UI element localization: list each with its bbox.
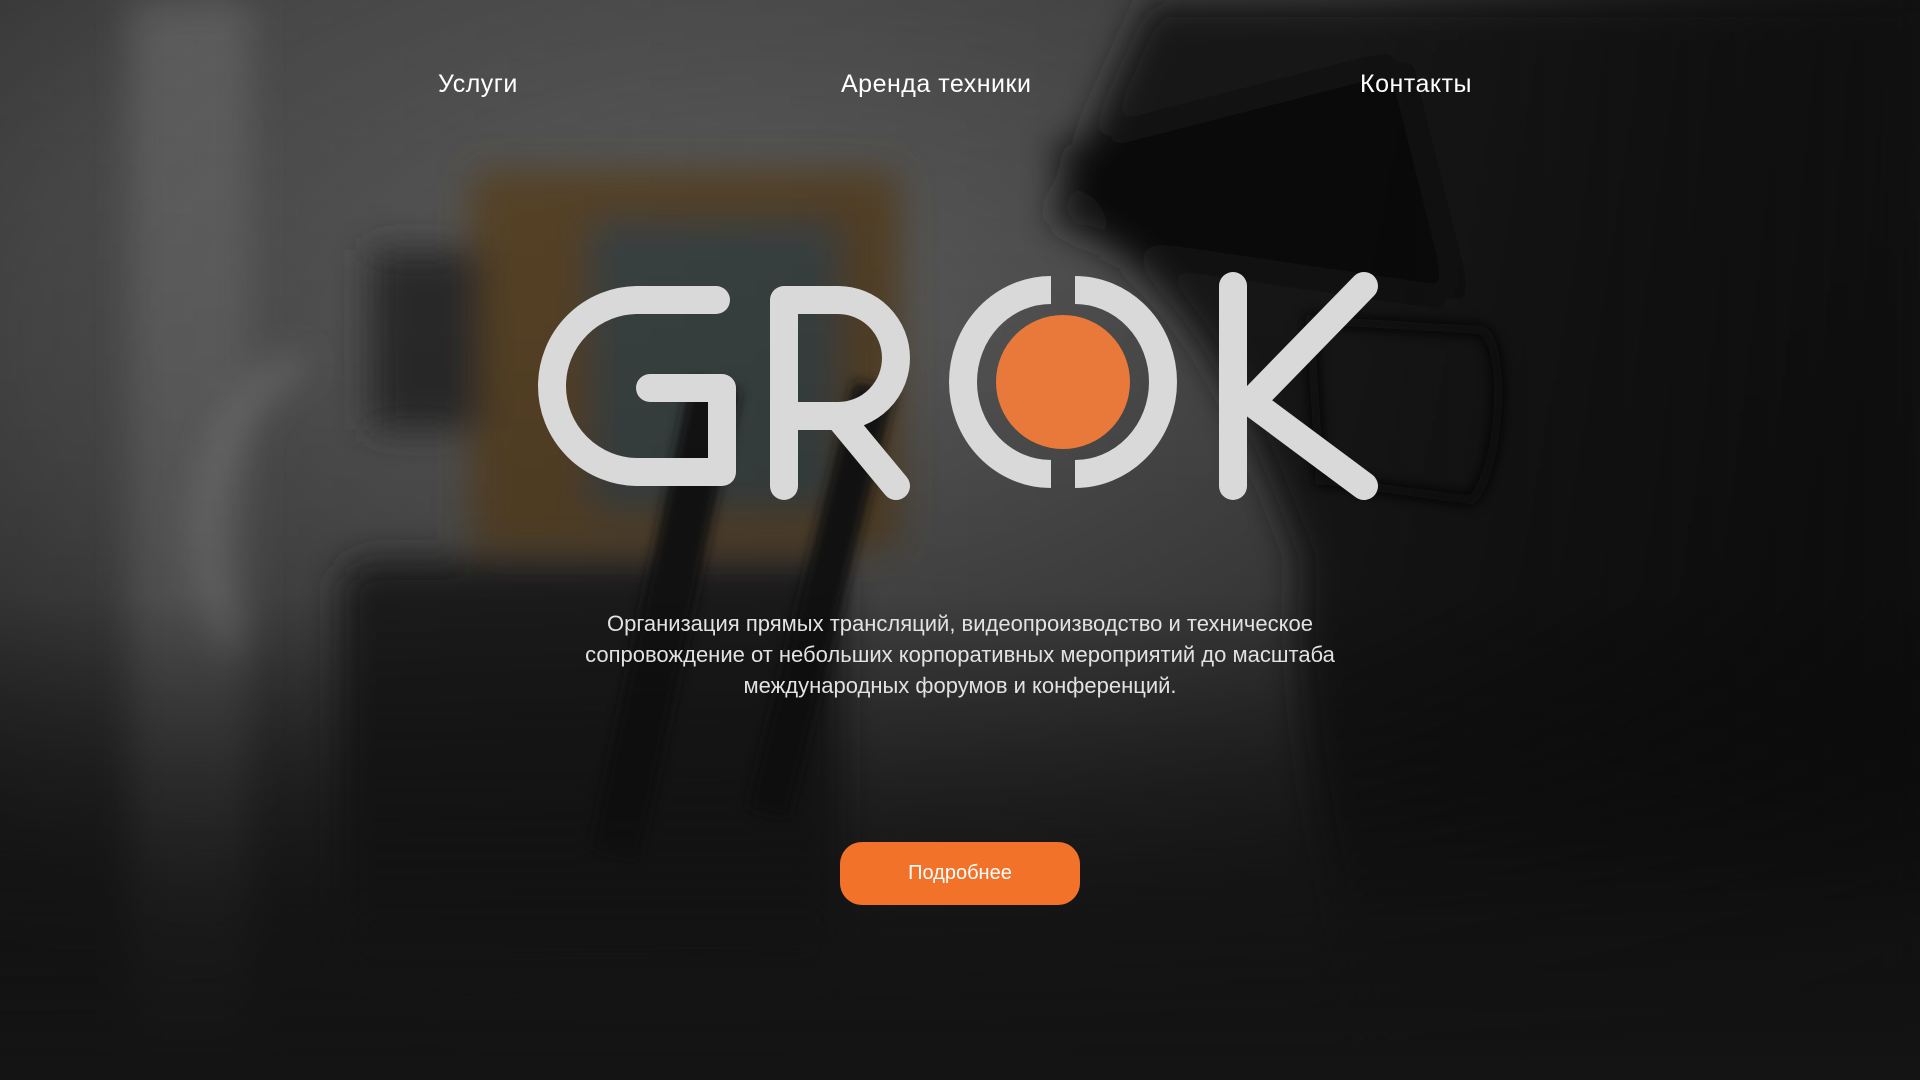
- logo-letter-g: [538, 286, 736, 486]
- hero-section: Услуги Аренда техники Контакты Организац…: [0, 0, 1920, 1080]
- grok-logo: [538, 272, 1378, 500]
- logo-letter-r: [770, 286, 910, 500]
- tagline-line-3: международных форумов и конференций.: [743, 673, 1177, 698]
- logo-orange-dot: [996, 315, 1130, 449]
- logo-letter-k: [1219, 272, 1378, 500]
- more-details-button[interactable]: Подробнее: [840, 842, 1080, 905]
- hero-tagline: Организация прямых трансляций, видеопрои…: [480, 608, 1440, 701]
- tagline-line-1: Организация прямых трансляций, видеопрои…: [607, 611, 1313, 636]
- nav-link-contacts[interactable]: Контакты: [1360, 70, 1472, 99]
- nav-link-equipment-rental[interactable]: Аренда техники: [841, 70, 1031, 99]
- nav-link-services[interactable]: Услуги: [438, 70, 518, 99]
- top-navigation: Услуги Аренда техники Контакты: [0, 0, 1920, 180]
- tagline-line-2: сопровождение от небольших корпоративных…: [585, 642, 1335, 667]
